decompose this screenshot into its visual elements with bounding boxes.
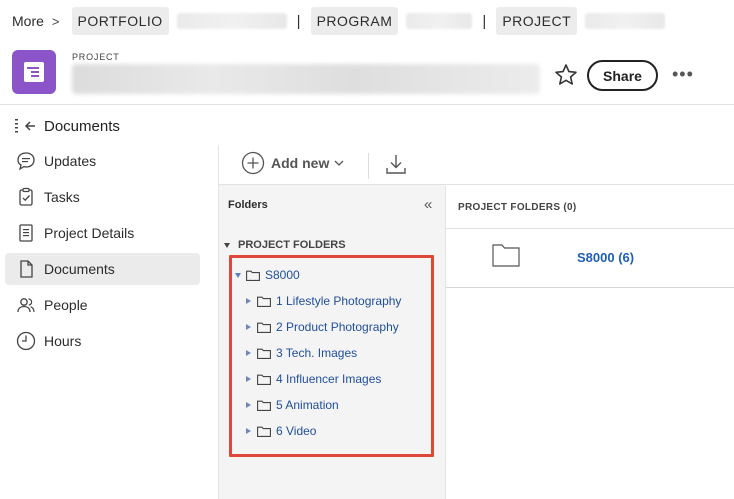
nav-item-label: Documents bbox=[44, 261, 115, 277]
project-folders-section[interactable]: PROJECT FOLDERS bbox=[224, 239, 346, 251]
project-folders-label: PROJECT FOLDERS bbox=[238, 239, 346, 251]
clipboard-check-icon bbox=[15, 186, 37, 208]
tree-folder-product-photography[interactable]: 2 Product Photography bbox=[246, 317, 399, 337]
page-title: Documents bbox=[44, 117, 120, 135]
tree-folder-label: 5 Animation bbox=[276, 398, 339, 412]
nav-item-documents[interactable]: Documents bbox=[5, 253, 200, 285]
breadcrumb-program-name-redacted bbox=[406, 13, 473, 29]
folder-icon bbox=[257, 322, 271, 333]
plus-circle-icon bbox=[241, 151, 265, 175]
breadcrumb: More > PORTFOLIO | PROGRAM | PROJECT bbox=[0, 6, 734, 36]
breadcrumb-program[interactable]: PROGRAM bbox=[310, 7, 399, 35]
tree-folder-lifestyle-photography[interactable]: 1 Lifestyle Photography bbox=[246, 291, 401, 311]
caret-right-icon bbox=[246, 350, 251, 356]
project-list-icon bbox=[24, 62, 44, 82]
breadcrumb-project[interactable]: PROJECT bbox=[496, 7, 578, 35]
caret-down-icon bbox=[224, 242, 230, 248]
nav-item-people[interactable]: People bbox=[5, 289, 200, 321]
caret-right-icon bbox=[246, 298, 251, 304]
project-folders-list-header: PROJECT FOLDERS (0) bbox=[445, 186, 734, 229]
folder-icon bbox=[257, 296, 271, 307]
project-type-label: PROJECT bbox=[72, 52, 120, 62]
toolbar-divider bbox=[368, 153, 369, 179]
caret-right-icon bbox=[246, 428, 251, 434]
section-title-row: Documents bbox=[0, 111, 734, 141]
tree-folder-video[interactable]: 6 Video bbox=[246, 421, 316, 441]
nav-item-tasks[interactable]: Tasks bbox=[5, 181, 200, 213]
caret-down-icon bbox=[235, 272, 241, 278]
star-icon[interactable] bbox=[554, 63, 578, 87]
nav-item-label: Tasks bbox=[44, 189, 80, 205]
document-lines-icon bbox=[15, 222, 37, 244]
download-icon[interactable] bbox=[385, 153, 407, 175]
folder-icon bbox=[257, 374, 271, 385]
folders-panel-title: Folders bbox=[228, 199, 268, 211]
tree-folder-label: 3 Tech. Images bbox=[276, 346, 358, 360]
nav-item-label: People bbox=[44, 297, 88, 313]
collapse-folders-icon[interactable]: « bbox=[424, 196, 432, 213]
clock-icon bbox=[15, 330, 37, 352]
share-button[interactable]: Share bbox=[587, 60, 658, 91]
folder-icon bbox=[257, 348, 271, 359]
tree-folder-s8000[interactable]: S8000 bbox=[235, 265, 300, 285]
tree-folder-label: 4 Influencer Images bbox=[276, 372, 382, 386]
folder-icon bbox=[492, 244, 520, 267]
project-header: PROJECT Share ••• bbox=[0, 46, 734, 104]
caret-right-icon bbox=[246, 376, 251, 382]
chevron-down-icon bbox=[334, 160, 344, 166]
tree-folder-label: S8000 bbox=[265, 268, 300, 282]
nav-item-updates[interactable]: Updates bbox=[5, 145, 200, 177]
folder-list-row[interactable]: S8000 (6) bbox=[445, 229, 734, 288]
project-icon bbox=[12, 50, 56, 94]
collapse-nav-icon[interactable] bbox=[14, 117, 36, 135]
folder-list-empty-area bbox=[445, 288, 734, 499]
tree-folder-animation[interactable]: 5 Animation bbox=[246, 395, 339, 415]
header-divider bbox=[0, 104, 734, 105]
folder-icon bbox=[257, 400, 271, 411]
tree-folder-tech-images[interactable]: 3 Tech. Images bbox=[246, 343, 357, 363]
caret-right-icon bbox=[246, 402, 251, 408]
tree-folder-label: 1 Lifestyle Photography bbox=[276, 294, 402, 308]
tree-folder-label: 2 Product Photography bbox=[276, 320, 399, 334]
left-nav: Updates Tasks Project Details Documents … bbox=[0, 145, 218, 499]
breadcrumb-more[interactable]: More bbox=[12, 13, 44, 29]
tree-folder-influencer-images[interactable]: 4 Influencer Images bbox=[246, 369, 381, 389]
folder-link-s8000[interactable]: S8000 (6) bbox=[577, 250, 634, 265]
nav-item-label: Hours bbox=[44, 333, 82, 349]
breadcrumb-divider: | bbox=[482, 12, 487, 30]
add-new-button[interactable]: Add new bbox=[241, 151, 345, 175]
breadcrumb-project-name-redacted bbox=[585, 13, 666, 29]
project-name-redacted bbox=[72, 64, 540, 94]
chat-bubble-icon bbox=[15, 150, 37, 172]
more-options-icon[interactable]: ••• bbox=[672, 64, 694, 85]
tree-folder-label: 6 Video bbox=[276, 424, 317, 438]
document-icon bbox=[15, 258, 37, 280]
nav-item-label: Project Details bbox=[44, 225, 135, 241]
nav-item-label: Updates bbox=[44, 153, 97, 169]
nav-item-project-details[interactable]: Project Details bbox=[5, 217, 200, 249]
breadcrumb-portfolio-name-redacted bbox=[176, 13, 287, 29]
folder-icon bbox=[246, 270, 260, 281]
project-folders-count-label: PROJECT FOLDERS (0) bbox=[458, 202, 577, 213]
breadcrumb-divider: | bbox=[296, 12, 301, 30]
breadcrumb-separator: > bbox=[51, 13, 60, 29]
nav-item-hours[interactable]: Hours bbox=[5, 325, 200, 357]
documents-toolbar: Add new bbox=[219, 145, 734, 185]
caret-right-icon bbox=[246, 324, 251, 330]
folder-icon bbox=[257, 426, 271, 437]
add-new-label: Add new bbox=[271, 155, 330, 171]
breadcrumb-portfolio[interactable]: PORTFOLIO bbox=[71, 7, 169, 35]
people-icon bbox=[15, 294, 37, 316]
